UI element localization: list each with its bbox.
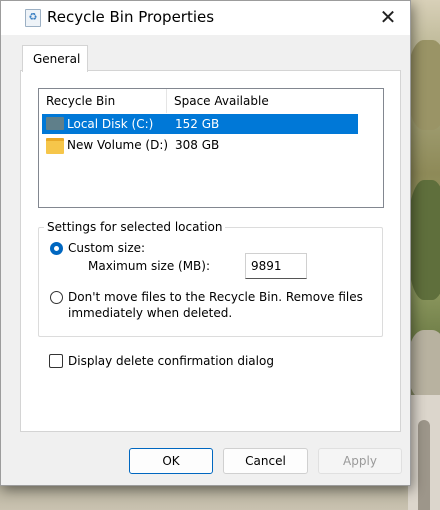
- window-title: Recycle Bin Properties: [47, 8, 215, 26]
- column-header-space[interactable]: Space Available: [167, 89, 297, 113]
- custom-size-label[interactable]: Custom size:: [68, 240, 145, 256]
- settings-legend: Settings for selected location: [44, 220, 226, 234]
- recycle-bin-location-list[interactable]: Recycle Bin Location Space Available Loc…: [38, 88, 384, 208]
- max-size-input[interactable]: [245, 253, 307, 279]
- no-move-label-line2[interactable]: immediately when deleted.: [68, 305, 232, 321]
- background-bridge-arch: [418, 420, 430, 510]
- title-bar[interactable]: ♻ Recycle Bin Properties ✕: [1, 1, 410, 35]
- recycle-bin-icon: ♻: [25, 9, 41, 27]
- no-move-radio[interactable]: [50, 291, 63, 304]
- recycle-bin-properties-dialog: ♻ Recycle Bin Properties ✕ General Recyc…: [0, 0, 411, 486]
- confirm-delete-checkbox[interactable]: [49, 354, 63, 368]
- background-foliage: [408, 180, 440, 300]
- max-size-label: Maximum size (MB):: [88, 259, 211, 273]
- list-item-local-disk[interactable]: Local Disk (C:) 152 GB: [42, 114, 358, 134]
- cancel-button[interactable]: Cancel: [223, 448, 308, 474]
- space-available: 308 GB: [175, 138, 220, 152]
- space-available: 152 GB: [175, 117, 220, 131]
- list-item-new-volume[interactable]: New Volume (D:) 308 GB: [42, 135, 358, 155]
- apply-button[interactable]: Apply: [318, 448, 402, 474]
- custom-size-radio[interactable]: [50, 242, 63, 255]
- no-move-label-line1[interactable]: Don't move files to the Recycle Bin. Rem…: [68, 289, 363, 305]
- ok-button[interactable]: OK: [129, 448, 213, 474]
- close-button[interactable]: ✕: [366, 1, 410, 35]
- location-name: New Volume (D:): [67, 138, 169, 152]
- tab-general[interactable]: General: [22, 45, 88, 72]
- list-header: Recycle Bin Location Space Available: [39, 89, 383, 133]
- close-icon: ✕: [379, 5, 397, 29]
- background-foliage: [408, 40, 440, 130]
- folder-icon: [46, 138, 64, 154]
- location-name: Local Disk (C:): [67, 117, 154, 131]
- column-header-location[interactable]: Recycle Bin Location: [39, 89, 167, 133]
- drive-icon: [46, 117, 64, 130]
- background-rock: [408, 330, 440, 400]
- confirm-delete-label[interactable]: Display delete confirmation dialog: [68, 354, 274, 368]
- tab-label: General: [33, 52, 81, 66]
